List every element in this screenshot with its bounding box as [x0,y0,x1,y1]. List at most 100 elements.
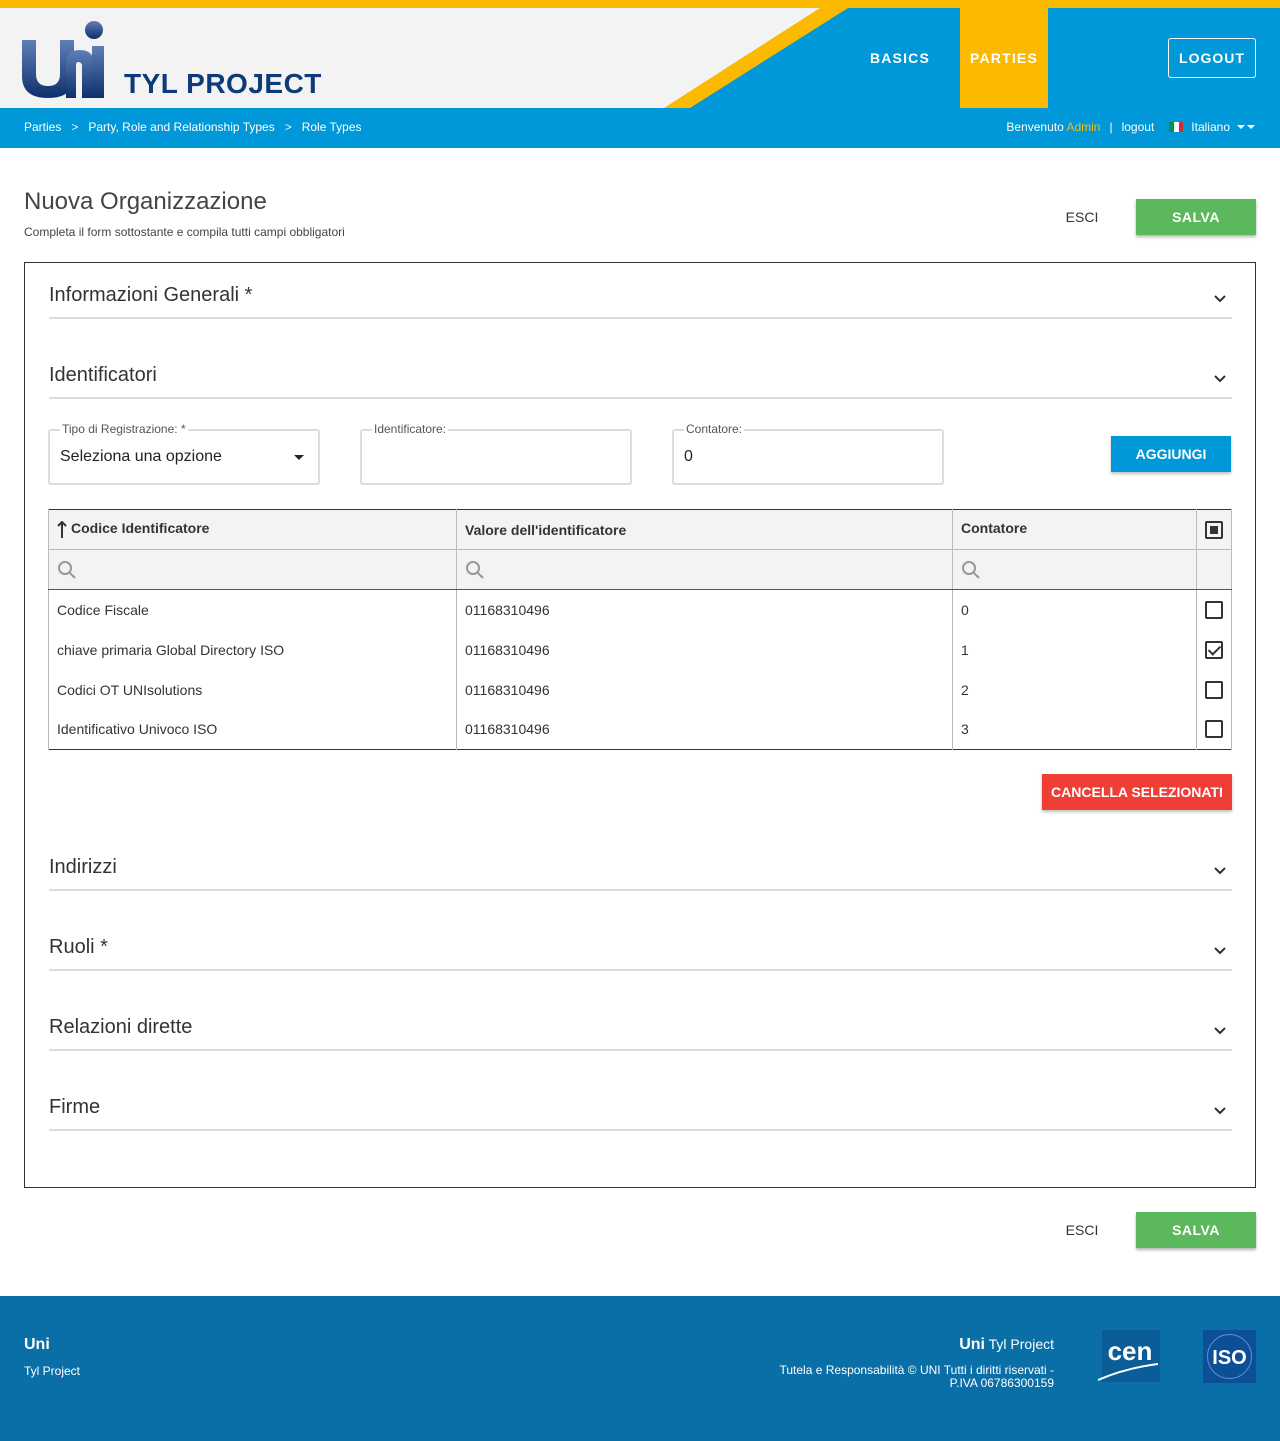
organization-form: Informazioni Generali * Identificatori T… [24,262,1256,1188]
cell-valore: 01168310496 [456,709,953,750]
breadcrumb: Parties > Party, Role and Relationship T… [24,120,362,134]
breadcrumb-party-role-types[interactable]: Party, Role and Relationship Types [88,120,274,134]
logout-button[interactable]: LOGOUT [1168,38,1256,78]
language-selector[interactable]: Italiano [1169,120,1256,134]
column-header-contatore[interactable]: Contatore [952,509,1197,550]
cell-codice: chiave primaria Global Directory ISO [48,629,457,670]
search-icon [58,560,76,579]
nav-basics[interactable]: BASICS [860,8,940,108]
chevron-down-icon [1214,947,1226,955]
footer-legal: Tutela e Responsabilità © UNI Tutti i di… [766,1364,1054,1390]
cell-codice: Codici OT UNIsolutions [48,669,457,710]
tipo-registrazione-select[interactable]: Tipo di Registrazione: * Seleziona una o… [48,422,320,485]
section-title: Relazioni dirette [49,1016,193,1038]
contatore-input[interactable]: Contatore: 0 [672,422,944,485]
uni-logo [22,21,104,98]
page-title: Nuova Organizzazione [24,188,267,215]
footer-uni: Uni [24,1336,50,1353]
cell-valore: 01168310496 [456,669,953,710]
field-label: Contatore: [684,422,745,436]
exit-button[interactable]: ESCI [1052,209,1112,225]
footer: Uni Tyl Project Uni Tyl Project Tutela e… [0,1296,1280,1441]
chevron-down-icon [1214,375,1226,383]
breadcrumb-bar: Parties > Party, Role and Relationship T… [0,108,1280,148]
search-icon [962,560,980,579]
welcome-text: Benvenuto Admin [1006,120,1101,134]
cell-contatore: 2 [952,669,1197,710]
field-label: Identificatore: [372,422,449,436]
cell-contatore: 1 [952,629,1197,670]
filter-contatore[interactable] [952,549,1197,590]
section-title: Identificatori [49,364,157,386]
save-button[interactable]: SALVA [1136,199,1256,235]
section-informazioni-generali[interactable]: Informazioni Generali * [49,263,1232,319]
iso-logo: ISO [1203,1330,1256,1383]
chevron-down-icon [1214,1027,1226,1035]
table-row[interactable]: Codici OT UNIsolutions 01168310496 2 [48,669,1232,710]
footer-tyl: Tyl Project [24,1364,81,1378]
top-accent-stripe [0,0,1280,8]
identificatore-input[interactable]: Identificatore: [360,422,632,485]
filter-empty [1196,549,1232,590]
column-header-valore[interactable]: Valore dell'identificatore [456,509,953,550]
cell-valore: 01168310496 [456,589,953,630]
user-menu: Benvenuto Admin | logout Italiano [1006,120,1256,134]
table-row[interactable]: chiave primaria Global Directory ISO 0116… [48,629,1232,670]
caret-down-icon [1237,125,1255,129]
sort-arrow-up-icon [57,520,67,538]
breadcrumb-separator: > [284,120,292,134]
chevron-down-icon [1214,1107,1226,1115]
select-all-checkbox[interactable] [1196,509,1232,550]
cell-contatore: 0 [952,589,1197,630]
italy-flag-icon [1169,122,1184,132]
search-icon [466,560,484,579]
cell-valore: 01168310496 [456,629,953,670]
footer-legal-link[interactable]: Tutela e Responsabilità [779,1363,904,1377]
breadcrumb-parties[interactable]: Parties [24,120,61,134]
brand-title: TYL PROJECT [124,68,322,99]
row-checkbox[interactable] [1196,709,1232,750]
table-row[interactable]: Identificativo Univoco ISO 01168310496 3 [48,709,1232,750]
section-title: Ruoli * [49,936,108,958]
field-label: Tipo di Registrazione: * [60,422,188,436]
cell-codice: Codice Fiscale [48,589,457,630]
page-subtitle: Completa il form sottostante e compila t… [24,225,345,239]
identifiers-table: Codice Identificatore Valore dell'identi… [48,509,1232,750]
svg-text:ISO: ISO [1212,1347,1246,1369]
section-relazioni-dirette[interactable]: Relazioni dirette [49,995,1232,1051]
logout-link[interactable]: logout [1122,120,1155,134]
svg-text:cen: cen [1108,1336,1153,1366]
breadcrumb-role-types[interactable]: Role Types [302,120,362,134]
table-row[interactable]: Codice Fiscale 01168310496 0 [48,589,1232,630]
save-button-bottom[interactable]: SALVA [1136,1212,1256,1248]
row-checkbox[interactable] [1196,589,1232,630]
column-header-codice[interactable]: Codice Identificatore [48,509,457,550]
nav-parties[interactable]: PARTIES [960,8,1048,108]
cen-logo: cen [1097,1330,1160,1382]
app-header: TYL PROJECT BASICS PARTIES LOGOUT [0,8,1280,108]
select-value: Seleziona una opzione [60,448,222,465]
filter-codice[interactable] [48,549,457,590]
cell-codice: Identificativo Univoco ISO [48,709,457,750]
exit-button-bottom[interactable]: ESCI [1052,1222,1112,1238]
cell-contatore: 3 [952,709,1197,750]
section-identificatori[interactable]: Identificatori [49,343,1232,399]
add-button[interactable]: AGGIUNGI [1111,436,1231,472]
language-label: Italiano [1191,120,1230,134]
input-value: 0 [684,448,693,465]
section-indirizzi[interactable]: Indirizzi [49,835,1232,891]
section-ruoli[interactable]: Ruoli * [49,915,1232,971]
row-checkbox[interactable] [1196,669,1232,710]
row-checkbox[interactable] [1196,629,1232,670]
filter-valore[interactable] [456,549,953,590]
chevron-down-icon [1214,867,1226,875]
section-firme[interactable]: Firme [49,1075,1232,1131]
dropdown-caret-icon [294,455,304,460]
breadcrumb-separator: > [71,120,79,134]
footer-brand: Uni Tyl Project [959,1336,1054,1353]
section-title: Indirizzi [49,856,117,878]
delete-selected-button[interactable]: CANCELLA SELEZIONATI [1042,774,1232,810]
section-title: Informazioni Generali * [49,284,253,306]
section-title: Firme [49,1096,101,1118]
footer-copyright: © UNI Tutti i diritti riservati - P.IVA … [907,1363,1054,1390]
